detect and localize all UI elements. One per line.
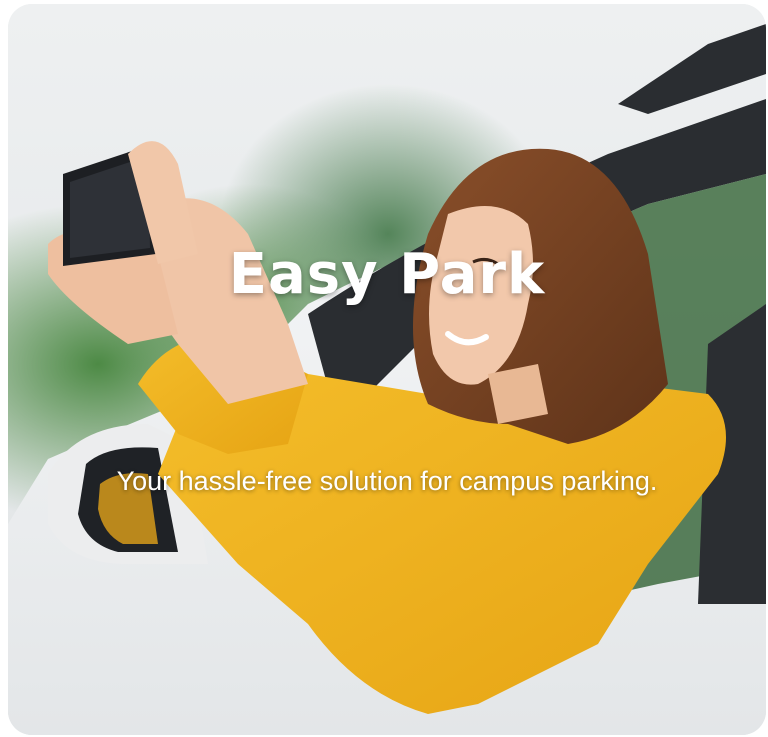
app-tagline: Your hassle-free solution for campus par… [116,466,658,496]
hero-card: Easy Park Your hassle-free solution for … [8,4,766,735]
app-title: Easy Park [228,242,546,307]
hero-image [8,4,766,735]
